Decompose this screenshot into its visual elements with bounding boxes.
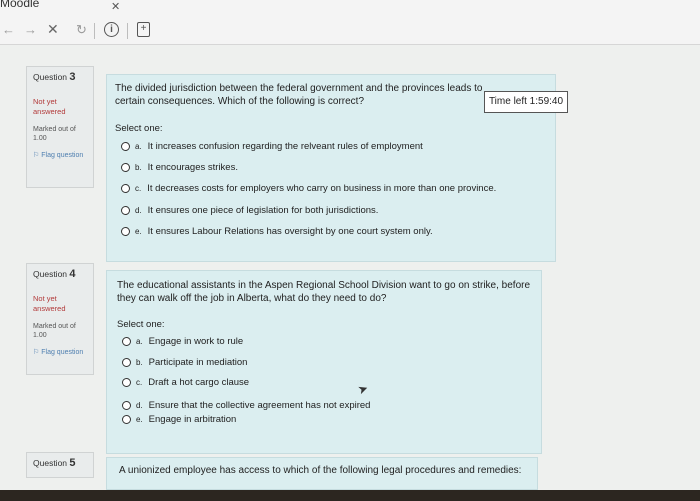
question-info-4: Question 4 Not yet answered Marked out o… [26,263,94,375]
question-number: Question 5 [33,457,76,469]
time-left-badge: Time left 1:59:40 [484,91,568,113]
radio-button[interactable] [122,414,131,424]
flag-icon: ⚐ [33,349,40,356]
flag-question-link[interactable]: ⚐ Flag question [33,348,87,357]
answer-option-e[interactable]: e. It ensures Labour Relations has oversi… [121,226,433,237]
question-content-4: The educational assistants in the Aspen … [106,270,542,454]
question-marks: Marked out of 1.00 [33,126,76,142]
answer-option-b[interactable]: b. Participate in mediation [122,357,247,368]
taskbar-edge [0,490,700,501]
question-info-3: Question 3 Not yet answered Marked out o… [26,66,94,188]
answer-option-b[interactable]: b. It encourages strikes. [121,162,238,173]
radio-button[interactable] [121,205,130,215]
new-page-icon[interactable]: + [137,22,150,37]
answer-option-d[interactable]: d. It ensures one piece of legislation fo… [121,205,378,216]
toolbar-divider [94,23,95,39]
question-marks: Marked out of 1.00 [33,323,76,339]
question-info-5: Question 5 [26,452,94,478]
close-icon[interactable]: ✕ [111,0,120,13]
radio-button[interactable] [121,183,130,193]
radio-button[interactable] [122,357,131,367]
answer-option-c[interactable]: c. It decreases costs for employers who c… [121,183,496,194]
select-one-label: Select one: [117,319,165,330]
forward-arrow-icon[interactable]: → [24,22,37,37]
question-text: The educational assistants in the Aspen … [117,280,531,304]
radio-button[interactable] [121,141,130,151]
reload-icon[interactable]: ↻ [76,22,87,38]
answer-option-d[interactable]: d. Ensure that the collective agreement h… [122,400,370,411]
back-arrow-icon[interactable]: ← [2,22,15,37]
answer-option-e[interactable]: e. Engage in arbitration [122,414,236,425]
answer-option-c[interactable]: c. Draft a hot cargo clause [122,377,249,388]
question-content-5: A unionized employee has access to which… [106,457,538,490]
info-icon[interactable]: i [104,22,119,37]
select-one-label: Select one: [115,123,163,134]
question-state: Not yet answered [33,294,66,313]
radio-button[interactable] [121,226,130,236]
answer-option-a[interactable]: a. Engage in work to rule [122,336,243,347]
question-number: Question 4 [33,268,76,280]
stop-icon[interactable]: ✕ [47,21,59,38]
question-text: A unionized employee has access to which… [119,465,522,476]
radio-button[interactable] [122,377,131,387]
window-title: Moodle [0,0,40,10]
toolbar-divider [127,23,128,39]
question-number: Question 3 [33,71,76,83]
radio-button[interactable] [122,400,131,410]
question-text: The divided jurisdiction between the fed… [115,83,483,107]
question-state: Not yet answered [33,97,66,116]
radio-button[interactable] [121,162,130,172]
flag-icon: ⚐ [33,152,40,159]
radio-button[interactable] [122,336,131,346]
browser-toolbar: Moodle ✕ ← → ✕ ↻ i + [0,0,700,45]
flag-question-link[interactable]: ⚐ Flag question [33,151,87,160]
answer-option-a[interactable]: a. It increases confusion regarding the r… [121,141,423,152]
